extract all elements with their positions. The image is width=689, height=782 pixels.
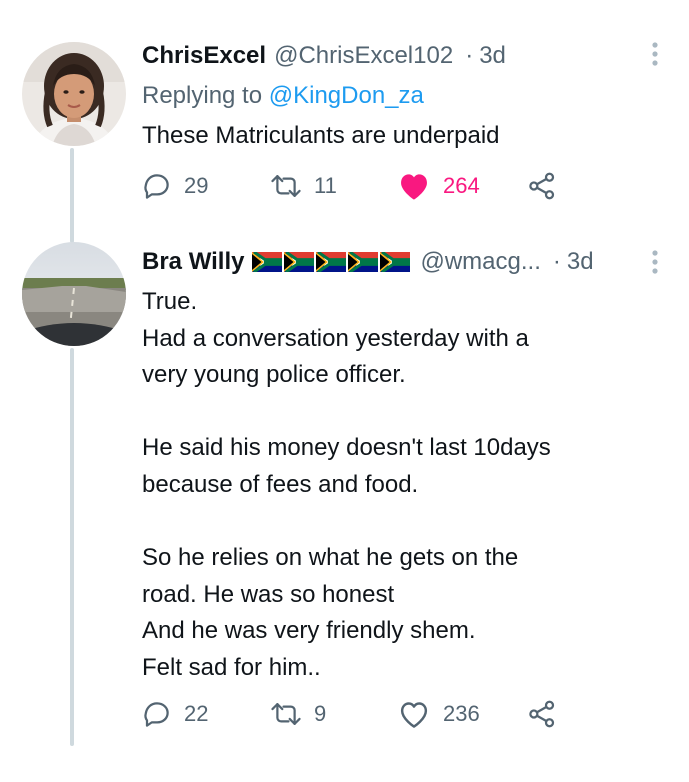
separator-dot: · (465, 42, 474, 69)
tweet-text: True. Had a conversation yesterday with … (142, 288, 551, 681)
mention-link[interactable]: @KingDon_za (269, 82, 424, 109)
south-africa-flag-icon (252, 252, 283, 272)
south-africa-flag-icon (348, 252, 379, 272)
more-options-icon[interactable] (645, 248, 665, 276)
tweet-header: ChrisExcel @ChrisExcel102 · 3d (142, 36, 658, 76)
reply-icon (144, 174, 169, 199)
like-count: 236 (443, 701, 480, 726)
like-count: 264 (443, 173, 480, 198)
thread-connector (70, 348, 74, 746)
like-button[interactable]: 236 (397, 699, 480, 729)
tweet[interactable]: Bra Willy @wmacg... · 3d True. Had a con… (142, 242, 658, 687)
retweet-button[interactable]: 9 (270, 699, 326, 729)
like-button[interactable]: 264 (397, 171, 480, 201)
retweet-icon (271, 703, 301, 725)
retweet-icon (271, 175, 301, 197)
reply-thread: ChrisExcel @ChrisExcel102 · 3d Replying … (0, 0, 689, 782)
heart-filled-icon (401, 174, 427, 200)
south-africa-flag-icon (316, 252, 347, 272)
share-icon (529, 700, 555, 728)
user-handle[interactable]: @ChrisExcel102 (274, 42, 453, 70)
reply-context: Replying to @KingDon_za (142, 76, 637, 116)
reply-icon (144, 702, 169, 727)
retweet-count: 9 (314, 701, 327, 726)
avatar[interactable] (22, 42, 126, 146)
retweet-button[interactable]: 11 (270, 171, 337, 201)
reply-prefix: Replying to (142, 82, 269, 109)
reply-button[interactable]: 29 (142, 171, 208, 201)
thread-connector (70, 148, 74, 243)
tweet-header: Bra Willy @wmacg... · 3d (142, 242, 658, 282)
share-icon (529, 172, 555, 200)
flag-emojis (252, 252, 411, 272)
south-africa-flag-icon (380, 252, 411, 272)
heart-outline-icon (400, 702, 428, 728)
reply-count: 22 (184, 701, 209, 726)
south-africa-flag-icon (284, 252, 315, 272)
reply-count: 29 (184, 173, 209, 198)
timestamp[interactable]: 3d (479, 42, 506, 70)
user-handle[interactable]: @wmacg... (420, 248, 540, 276)
display-name[interactable]: Bra Willy (142, 248, 244, 276)
share-button[interactable] (527, 171, 557, 201)
separator-dot: · (552, 248, 561, 275)
share-button[interactable] (527, 699, 557, 729)
reply-button[interactable]: 22 (142, 699, 208, 729)
more-options-icon[interactable] (645, 40, 665, 68)
display-name[interactable]: ChrisExcel (142, 42, 266, 70)
tweet-text: These Matriculants are underpaid (142, 122, 500, 149)
avatar[interactable] (22, 242, 126, 346)
retweet-count: 11 (314, 173, 337, 198)
tweet[interactable]: ChrisExcel @ChrisExcel102 · 3d Replying … (142, 36, 658, 155)
timestamp[interactable]: 3d (567, 248, 594, 276)
